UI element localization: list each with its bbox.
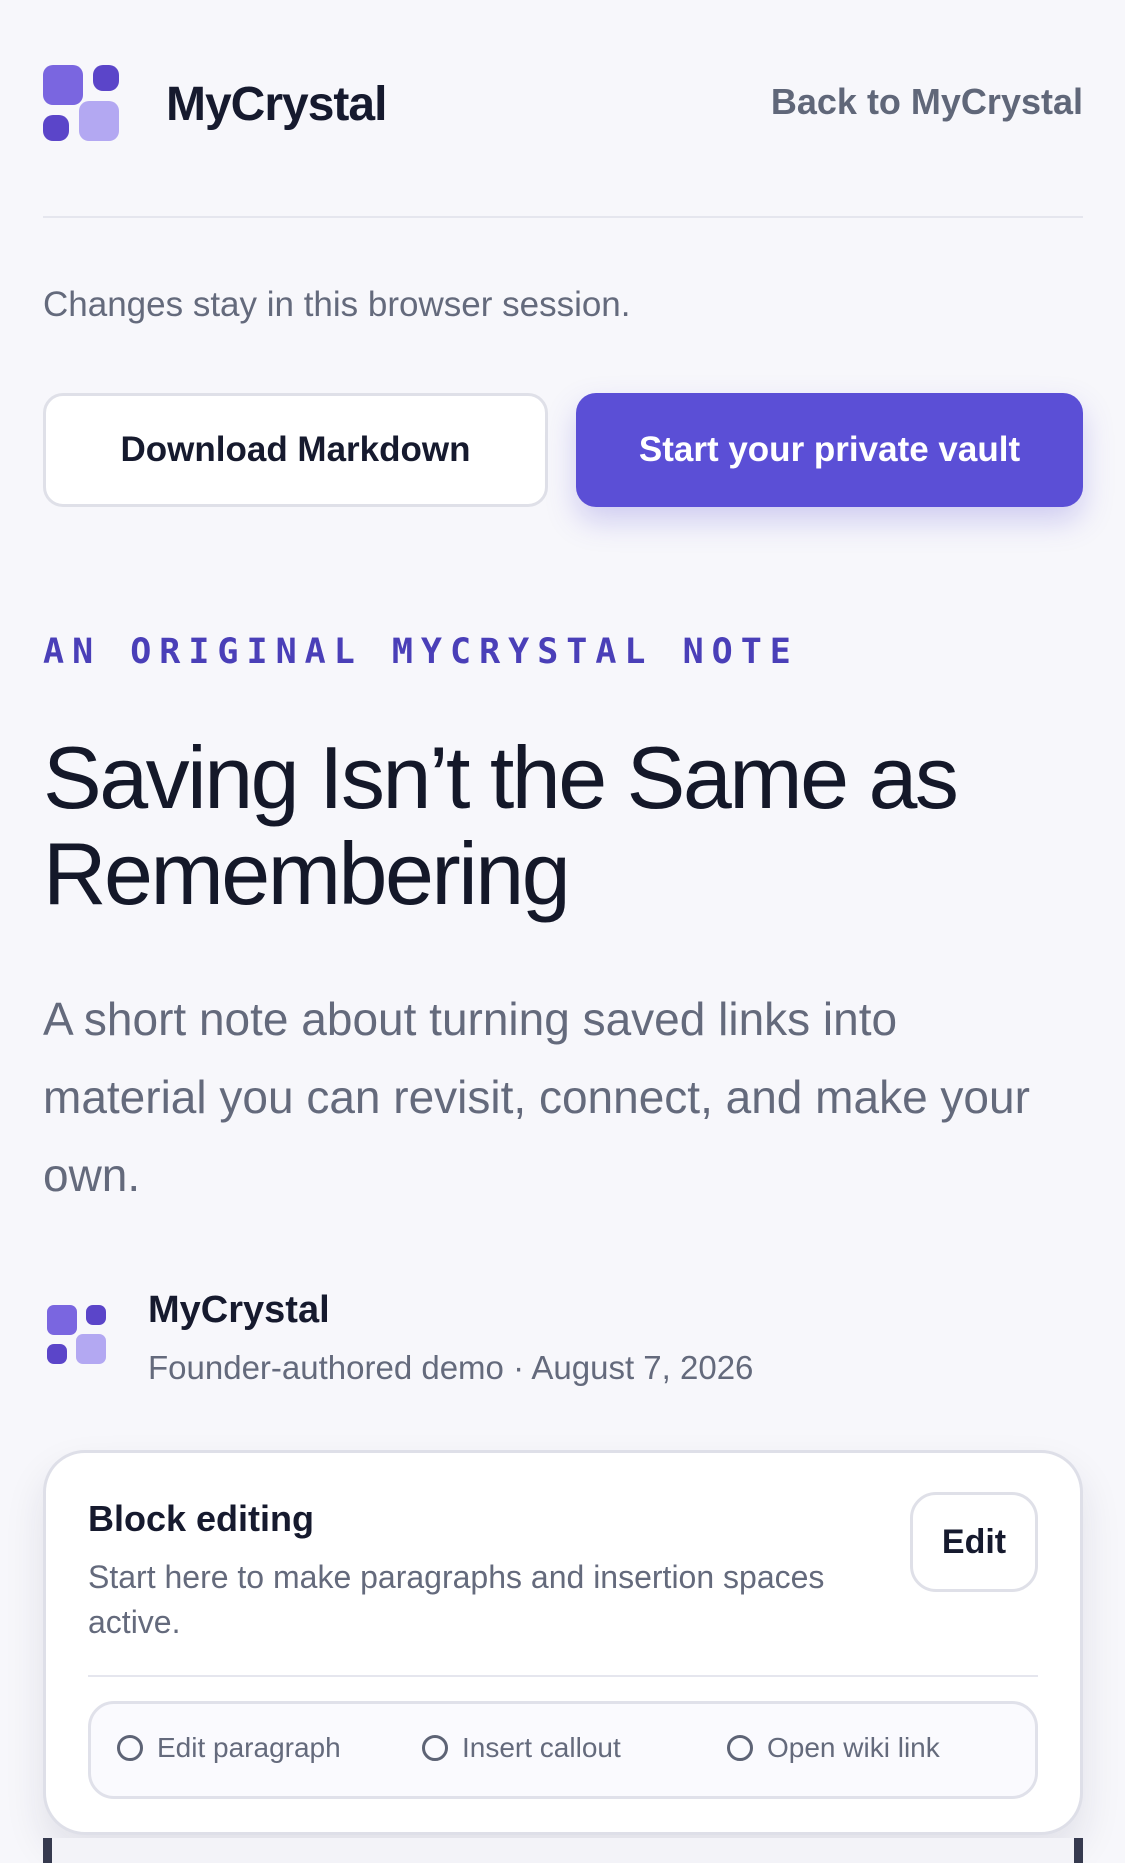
edit-paragraph-option[interactable]: Edit paragraph <box>117 1732 341 1764</box>
download-markdown-button[interactable]: Download Markdown <box>43 393 548 507</box>
option-label: Insert callout <box>462 1732 621 1763</box>
radio-icon <box>422 1735 448 1761</box>
article-eyebrow: AN ORIGINAL MYCRYSTAL NOTE <box>43 632 799 672</box>
author-avatar-icon <box>47 1305 111 1369</box>
radio-icon <box>117 1735 143 1761</box>
next-section-surface <box>52 1838 1074 1863</box>
site-header: MyCrystal Back to MyCrystal <box>43 55 1083 155</box>
edit-button[interactable]: Edit <box>910 1492 1038 1592</box>
author-byline: MyCrystal Founder-authored demo · August… <box>43 1285 1083 1395</box>
radio-icon <box>727 1735 753 1761</box>
option-label: Open wiki link <box>767 1732 940 1763</box>
back-to-mycrystal-link[interactable]: Back to MyCrystal <box>771 81 1083 123</box>
open-wiki-link-option[interactable]: Open wiki link <box>727 1732 940 1764</box>
block-editing-description: Start here to make paragraphs and insert… <box>88 1559 825 1640</box>
brand-name[interactable]: MyCrystal <box>166 77 387 132</box>
block-actions-bar: Edit paragraph Insert callout Open wiki … <box>88 1701 1038 1799</box>
card-divider <box>88 1675 1038 1677</box>
block-editing-card: Block editing Start here to make paragra… <box>43 1450 1083 1835</box>
logo-icon[interactable] <box>43 65 127 149</box>
start-private-vault-button[interactable]: Start your private vault <box>576 393 1083 507</box>
author-meta: Founder-authored demo · August 7, 2026 <box>148 1349 754 1386</box>
header-divider <box>43 216 1083 218</box>
option-label: Edit paragraph <box>157 1732 341 1763</box>
author-name: MyCrystal <box>148 1289 330 1331</box>
session-note: Changes stay in this browser session. <box>43 285 631 324</box>
block-editing-title: Block editing <box>88 1498 315 1539</box>
article-title: Saving Isn’t the Same as Remembering <box>43 728 959 923</box>
page: MyCrystal Back to MyCrystal Changes stay… <box>0 0 1125 1863</box>
insert-callout-option[interactable]: Insert callout <box>422 1732 621 1764</box>
article-lede: A short note about turning saved links i… <box>43 993 1030 1201</box>
